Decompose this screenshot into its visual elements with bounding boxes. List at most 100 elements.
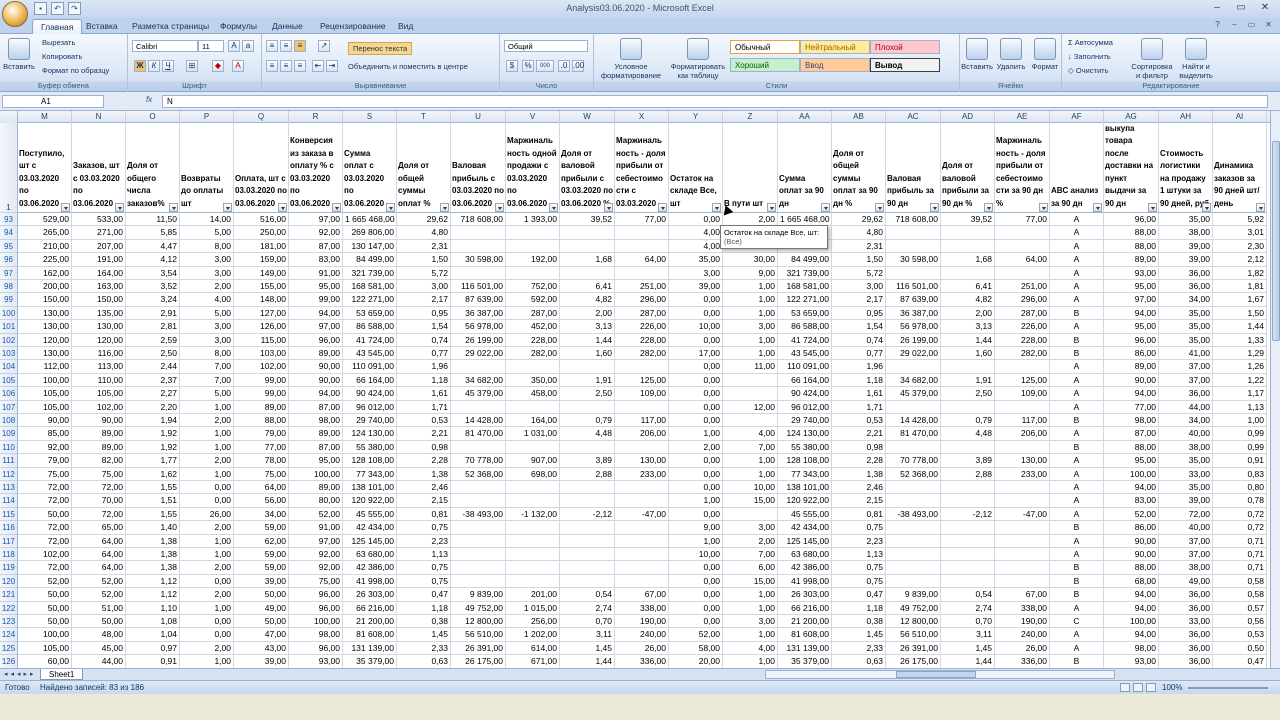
table-cell[interactable]: 2,15 — [397, 494, 451, 508]
table-cell[interactable] — [560, 440, 615, 455]
table-cell[interactable] — [886, 481, 941, 495]
table-cell[interactable] — [506, 266, 560, 280]
table-cell[interactable]: 0,53 — [832, 414, 886, 428]
table-cell[interactable]: 350,00 — [506, 373, 560, 388]
table-cell[interactable]: 2,17 — [832, 293, 886, 307]
table-cell[interactable]: 116 501,00 — [451, 280, 506, 294]
table-cell[interactable]: 321 739,00 — [778, 266, 832, 280]
table-cell[interactable] — [995, 239, 1050, 254]
table-cell[interactable]: 3,89 — [941, 454, 995, 468]
table-cell[interactable]: 5,72 — [832, 266, 886, 280]
table-cell[interactable]: 97,00 — [289, 534, 343, 548]
table-cell[interactable]: 1,00 — [180, 427, 234, 441]
table-cell[interactable]: 10,00 — [669, 548, 723, 562]
table-cell[interactable]: 96,00 — [289, 641, 343, 656]
row-header[interactable]: 105 — [0, 373, 18, 388]
table-cell[interactable]: 95,00 — [289, 454, 343, 468]
table-cell[interactable]: 45,00 — [72, 641, 126, 656]
table-cell[interactable]: 9 839,00 — [886, 588, 941, 602]
table-cell[interactable]: 0,00 — [669, 561, 723, 575]
table-cell[interactable]: 1,92 — [126, 440, 180, 455]
table-cell[interactable]: 131 139,00 — [343, 641, 397, 656]
table-cell[interactable] — [886, 360, 941, 374]
header-cell[interactable]: Сумма оплат с 03.03.2020 по 03.06.2020 — [343, 123, 397, 213]
table-cell[interactable]: 35,00 — [1159, 213, 1213, 227]
row-header[interactable]: 111 — [0, 454, 18, 468]
table-cell[interactable]: 52,00 — [72, 574, 126, 589]
header-cell[interactable]: Заказов, шт с 03.03.2020 по 03.06.2020 — [72, 123, 126, 213]
increase-decimal-icon[interactable]: .0 — [558, 60, 570, 72]
thousands-button[interactable]: 000 — [536, 60, 554, 72]
table-cell[interactable]: 97,00 — [1104, 293, 1159, 307]
table-cell[interactable]: 718 608,00 — [451, 213, 506, 227]
table-cell[interactable]: 45 555,00 — [778, 507, 832, 522]
table-cell[interactable]: 47,00 — [234, 628, 289, 642]
table-cell[interactable] — [995, 494, 1050, 508]
table-cell[interactable]: 102,00 — [72, 400, 126, 414]
table-cell[interactable] — [560, 574, 615, 589]
table-cell[interactable]: 40,00 — [1159, 521, 1213, 535]
table-cell[interactable]: 1,00 — [180, 534, 234, 548]
style-neutral[interactable]: Нейтральный — [800, 40, 870, 54]
table-cell[interactable]: 168 581,00 — [778, 280, 832, 294]
autosum-button[interactable]: Σ Автосумма — [1068, 38, 1113, 47]
column-header[interactable]: AC — [886, 111, 941, 123]
table-cell[interactable]: 1,45 — [832, 628, 886, 642]
table-cell[interactable]: 1,38 — [126, 534, 180, 548]
sheet-tab[interactable]: Sheet1 — [40, 669, 84, 680]
table-cell[interactable]: 86 588,00 — [343, 320, 397, 334]
table-cell[interactable]: 1,44 — [941, 333, 995, 347]
align-bottom-icon[interactable]: ≡ — [294, 40, 306, 52]
table-cell[interactable]: 6,00 — [723, 561, 778, 575]
table-cell[interactable]: 2,31 — [397, 239, 451, 254]
column-header[interactable]: AG — [1104, 111, 1159, 123]
table-cell[interactable] — [615, 534, 669, 548]
scroll-thumb[interactable] — [896, 671, 976, 678]
table-cell[interactable]: 2,00 — [180, 521, 234, 535]
table-cell[interactable]: 3,01 — [1213, 226, 1267, 240]
table-cell[interactable]: 36 387,00 — [886, 306, 941, 321]
table-cell[interactable]: 2,00 — [941, 306, 995, 321]
table-cell[interactable]: 1,00 — [669, 494, 723, 508]
table-cell[interactable]: 87,00 — [1104, 427, 1159, 441]
table-cell[interactable] — [506, 400, 560, 414]
formula-input[interactable]: N — [162, 95, 1268, 108]
table-cell[interactable]: 3,00 — [723, 320, 778, 334]
table-cell[interactable]: 4,00 — [669, 226, 723, 240]
table-cell[interactable]: 1,00 — [723, 467, 778, 481]
table-cell[interactable]: 1,91 — [941, 373, 995, 388]
table-cell[interactable]: 34 682,00 — [451, 373, 506, 388]
table-cell[interactable]: 26 303,00 — [778, 588, 832, 602]
table-cell[interactable]: 1 393,00 — [506, 213, 560, 227]
table-cell[interactable]: 82,00 — [72, 454, 126, 468]
table-cell[interactable]: 26,00 — [180, 507, 234, 522]
table-cell[interactable]: 1,00 — [180, 601, 234, 615]
table-cell[interactable]: A — [1050, 628, 1104, 642]
table-cell[interactable]: 8,00 — [180, 239, 234, 254]
table-cell[interactable]: 159,00 — [234, 253, 289, 267]
table-cell[interactable]: 72,00 — [18, 494, 72, 508]
table-cell[interactable] — [506, 521, 560, 535]
table-cell[interactable]: 1,67 — [1213, 293, 1267, 307]
table-cell[interactable]: 1,13 — [1213, 400, 1267, 414]
table-cell[interactable]: 1,00 — [180, 467, 234, 481]
table-cell[interactable]: 90 424,00 — [343, 387, 397, 401]
column-header[interactable]: Q — [234, 111, 289, 123]
table-cell[interactable]: 99,00 — [234, 373, 289, 388]
table-cell[interactable]: 1,00 — [1213, 414, 1267, 428]
table-cell[interactable] — [886, 226, 941, 240]
row-header[interactable]: 110 — [0, 440, 18, 455]
table-cell[interactable]: 1,12 — [126, 574, 180, 589]
table-cell[interactable]: 135,00 — [72, 306, 126, 321]
header-cell[interactable]: Динамика заказов за 90 дней шт/день — [1213, 123, 1267, 213]
table-cell[interactable]: 1,50 — [832, 253, 886, 267]
table-cell[interactable] — [506, 574, 560, 589]
table-cell[interactable] — [615, 574, 669, 589]
table-cell[interactable]: 50,00 — [234, 615, 289, 629]
table-cell[interactable]: 296,00 — [615, 293, 669, 307]
table-cell[interactable]: 58,00 — [669, 641, 723, 656]
table-cell[interactable]: 37,00 — [1159, 534, 1213, 548]
table-cell[interactable]: 42 434,00 — [343, 521, 397, 535]
table-cell[interactable]: 115,00 — [234, 333, 289, 347]
table-cell[interactable]: 0,78 — [1213, 494, 1267, 508]
